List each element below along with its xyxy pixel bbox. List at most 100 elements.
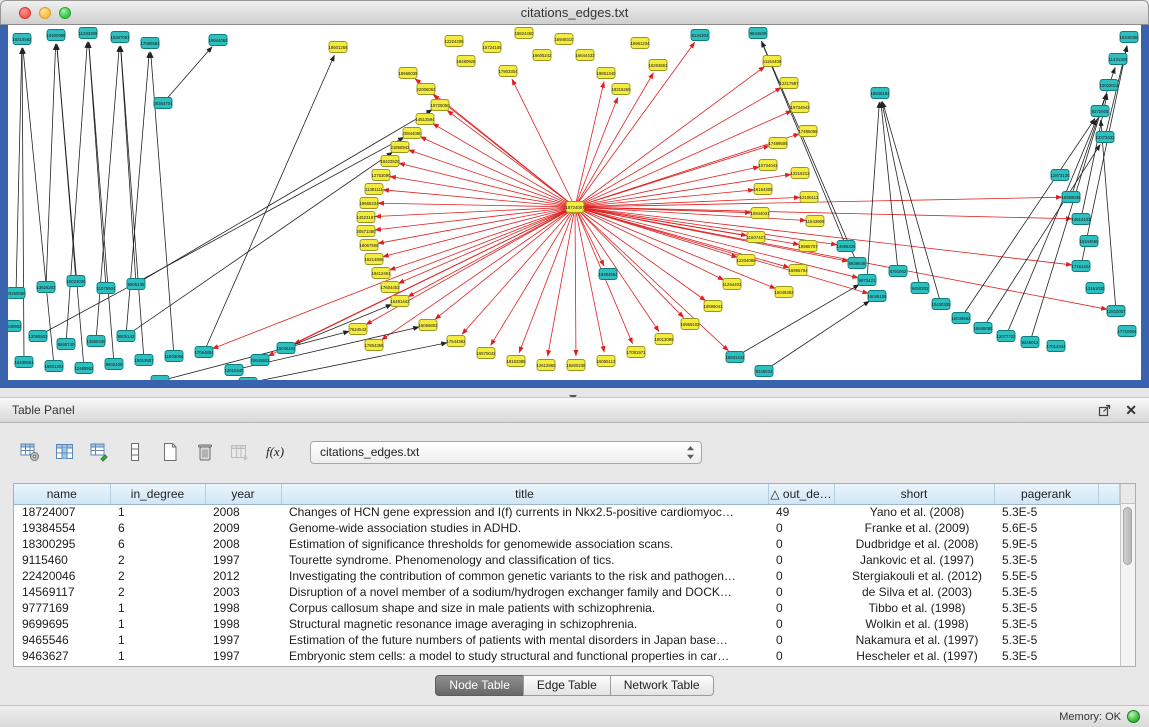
graph-node[interactable]: 17854366 xyxy=(364,340,384,351)
graph-node[interactable]: 18725050 xyxy=(430,100,450,111)
table-select-dropdown[interactable]: citations_edges.txt xyxy=(310,441,702,464)
graph-node[interactable]: 20844050 xyxy=(402,128,422,139)
graph-node[interactable]: 19944060 xyxy=(208,35,228,46)
graph-edge[interactable] xyxy=(398,207,575,283)
table-vertical-scrollbar[interactable] xyxy=(1120,484,1135,666)
graph-node[interactable]: 16263651 xyxy=(648,60,668,71)
graph-node[interactable]: 16946055 xyxy=(973,323,993,334)
graph-node[interactable]: 9602406 xyxy=(105,359,123,370)
graph-node[interactable]: 19845194 xyxy=(870,88,890,99)
scrollbar-thumb[interactable] xyxy=(1123,507,1132,565)
graph-edge[interactable] xyxy=(381,207,575,340)
graph-node[interactable]: 10430305 xyxy=(931,299,951,310)
graph-node[interactable]: 15724105 xyxy=(482,42,502,53)
graph-edge[interactable] xyxy=(22,48,24,362)
graph-node[interactable]: 11903056 xyxy=(165,351,184,362)
graph-node[interactable]: 16344560 xyxy=(1079,236,1099,247)
graph-node[interactable]: 12065503 xyxy=(28,331,48,342)
graph-edge[interactable] xyxy=(519,207,575,353)
column-header-year[interactable]: year xyxy=(205,484,281,504)
graph-edge[interactable] xyxy=(762,41,857,263)
graph-edge[interactable] xyxy=(575,207,576,356)
graph-node[interactable]: 16023030 xyxy=(66,276,86,287)
graph-node[interactable]: 11254403 xyxy=(723,279,742,290)
graph-edge[interactable] xyxy=(512,79,575,207)
graph-edge[interactable] xyxy=(575,66,765,207)
graph-node[interactable]: 17710904 xyxy=(1117,326,1137,337)
graph-edge[interactable] xyxy=(1081,46,1127,266)
graph-node[interactable]: 14614103 xyxy=(1071,214,1091,225)
network-view[interactable]: 1831456210400998112833091536705717085681… xyxy=(0,25,1149,388)
zoom-window-button[interactable] xyxy=(59,7,71,19)
graph-node[interactable]: 10734043 xyxy=(758,160,778,171)
graph-node[interactable]: 17903304 xyxy=(498,66,518,77)
graph-node[interactable]: 18163385 xyxy=(506,356,526,367)
graph-node[interactable]: 16214806 xyxy=(364,254,384,265)
graph-edge[interactable] xyxy=(735,285,859,357)
graph-edge[interactable] xyxy=(882,102,920,288)
graph-node[interactable]: 11283309 xyxy=(79,28,98,39)
graph-edge[interactable] xyxy=(433,95,575,207)
table-settings-icon[interactable] xyxy=(18,440,42,464)
graph-edge[interactable] xyxy=(212,207,575,349)
graph-edge[interactable] xyxy=(575,88,781,207)
graph-edge[interactable] xyxy=(408,207,575,297)
graph-node[interactable]: 20643602 xyxy=(250,355,270,366)
graph-edge[interactable] xyxy=(163,47,212,103)
float-panel-icon[interactable] xyxy=(1098,404,1111,417)
close-window-button[interactable] xyxy=(19,7,31,19)
graph-node[interactable]: 13216213 xyxy=(790,168,810,179)
graph-edge[interactable] xyxy=(121,46,136,284)
graph-node[interactable]: 12489502 xyxy=(74,363,94,374)
graph-edge[interactable] xyxy=(16,48,22,293)
graph-node-shape[interactable] xyxy=(239,378,257,389)
graph-node[interactable]: 12753090 xyxy=(371,170,391,181)
table-row[interactable]: 946362711997Embryonic stem cells: a mode… xyxy=(14,648,1120,664)
graph-node[interactable]: 16995794 xyxy=(788,265,808,276)
graph-node[interactable]: 13626203 xyxy=(36,282,56,293)
graph-node[interactable]: 10022013 xyxy=(1099,80,1119,91)
column-header-name[interactable]: name xyxy=(14,484,110,504)
graph-node[interactable]: 16046102 xyxy=(276,343,296,354)
graph-node[interactable]: 16481442 xyxy=(390,296,410,307)
graph-node[interactable]: 18839902 xyxy=(8,321,22,332)
graph-node[interactable]: 7624542 xyxy=(349,324,367,335)
graph-edge[interactable] xyxy=(126,52,149,336)
table-row[interactable]: 1938455462009Genome-wide association stu… xyxy=(14,520,1120,536)
graph-node[interactable]: 11154408 xyxy=(763,56,782,67)
graph-node[interactable]: 9505135 xyxy=(127,279,145,290)
graph-edge[interactable] xyxy=(89,42,114,364)
graph-node[interactable]: 17544382 xyxy=(446,336,466,347)
graph-edge[interactable] xyxy=(399,163,575,207)
graph-node[interactable]: 11076504 xyxy=(97,283,116,294)
column-header-pagerank[interactable]: pagerank xyxy=(994,484,1098,504)
graph-node[interactable]: 17161424 xyxy=(1071,261,1091,272)
table-row[interactable]: 977716911998Corpus callosum shape and si… xyxy=(14,600,1120,616)
graph-node[interactable]: 10844031 xyxy=(750,208,770,219)
table-row[interactable]: 1872400712008Changes of HCN gene express… xyxy=(14,504,1120,520)
graph-edge[interactable] xyxy=(121,46,144,360)
graph-node[interactable]: 16959102 xyxy=(680,319,700,330)
graph-node[interactable]: 12610440 xyxy=(224,365,244,376)
graph-node[interactable]: 19013089 xyxy=(654,334,674,345)
graph-node[interactable]: 15340355 xyxy=(1119,32,1139,43)
graph-node[interactable]: 16949310 xyxy=(554,34,574,45)
graph-node[interactable]: 12612865 xyxy=(536,360,556,371)
graph-edge[interactable] xyxy=(57,44,84,368)
graph-node[interactable]: 17485059 xyxy=(798,126,818,137)
graph-node[interactable]: 21858942 xyxy=(390,142,410,153)
graph-node[interactable]: 16605242 xyxy=(532,50,552,61)
graph-node[interactable]: 14523187 xyxy=(356,212,376,223)
graph-node[interactable]: 12810007 xyxy=(1106,306,1126,317)
graph-node[interactable]: 16841442 xyxy=(725,352,745,363)
graph-node[interactable]: 18480928 xyxy=(456,56,476,67)
tab-node-table[interactable]: Node Table xyxy=(435,675,524,696)
graph-node[interactable]: 22006062 xyxy=(416,84,436,95)
graph-node[interactable]: 9690740 xyxy=(57,339,75,350)
graph-node[interactable]: 16801302 xyxy=(44,361,64,372)
graph-edge[interactable] xyxy=(447,110,575,207)
graph-node[interactable]: 19384554 xyxy=(598,269,618,280)
graph-node[interactable]: 9073410 xyxy=(151,376,169,387)
column-header-in_degree[interactable]: in_degree xyxy=(110,484,205,504)
graph-node[interactable]: 11381111 xyxy=(365,184,384,195)
